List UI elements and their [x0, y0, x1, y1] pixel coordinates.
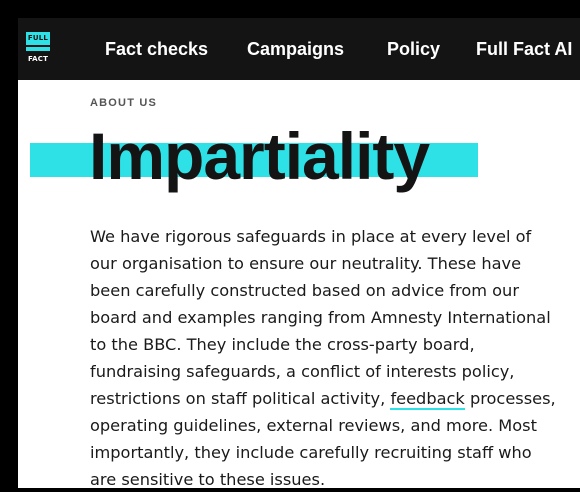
- body-line: our organisation to ensure our neutralit…: [90, 254, 522, 273]
- nav-fact-checks[interactable]: Fact checks: [105, 18, 208, 80]
- body-line-with-link: restrictions on staff political activity…: [90, 385, 576, 412]
- section-eyebrow: ABOUT US: [90, 97, 158, 109]
- body-paragraph: We have rigorous safeguards in place at …: [90, 223, 576, 488]
- logo-stripe: [26, 47, 50, 51]
- body-line: board and examples ranging from Amnesty …: [90, 308, 551, 327]
- body-line: fundraising safeguards, a conflict of in…: [90, 362, 515, 381]
- full-fact-logo[interactable]: FULL FACT: [26, 32, 50, 66]
- body-line: importantly, they include carefully recr…: [90, 443, 532, 462]
- feedback-link[interactable]: feedback: [390, 389, 465, 410]
- logo-bottom-text: FACT: [27, 55, 49, 63]
- page-frame: FULL FACT Fact checks Campaigns Policy F…: [18, 18, 580, 488]
- nav-full-fact-ai[interactable]: Full Fact AI: [476, 18, 572, 80]
- logo-top-text: FULL: [26, 32, 50, 45]
- body-line: to the BBC. They include the cross-party…: [90, 335, 475, 354]
- nav-policy[interactable]: Policy: [387, 18, 440, 80]
- top-navigation-bar: FULL FACT Fact checks Campaigns Policy F…: [18, 18, 580, 80]
- body-text-segment: processes,: [464, 389, 556, 408]
- body-line: are sensitive to these issues.: [90, 470, 326, 488]
- page-title: Impartiality: [89, 119, 430, 193]
- nav-campaigns[interactable]: Campaigns: [247, 18, 344, 80]
- body-line: operating guidelines, external reviews, …: [90, 416, 537, 435]
- body-line: been carefully constructed based on advi…: [90, 281, 519, 300]
- body-text-segment: restrictions on staff political activity…: [90, 389, 391, 408]
- body-line: We have rigorous safeguards in place at …: [90, 227, 532, 246]
